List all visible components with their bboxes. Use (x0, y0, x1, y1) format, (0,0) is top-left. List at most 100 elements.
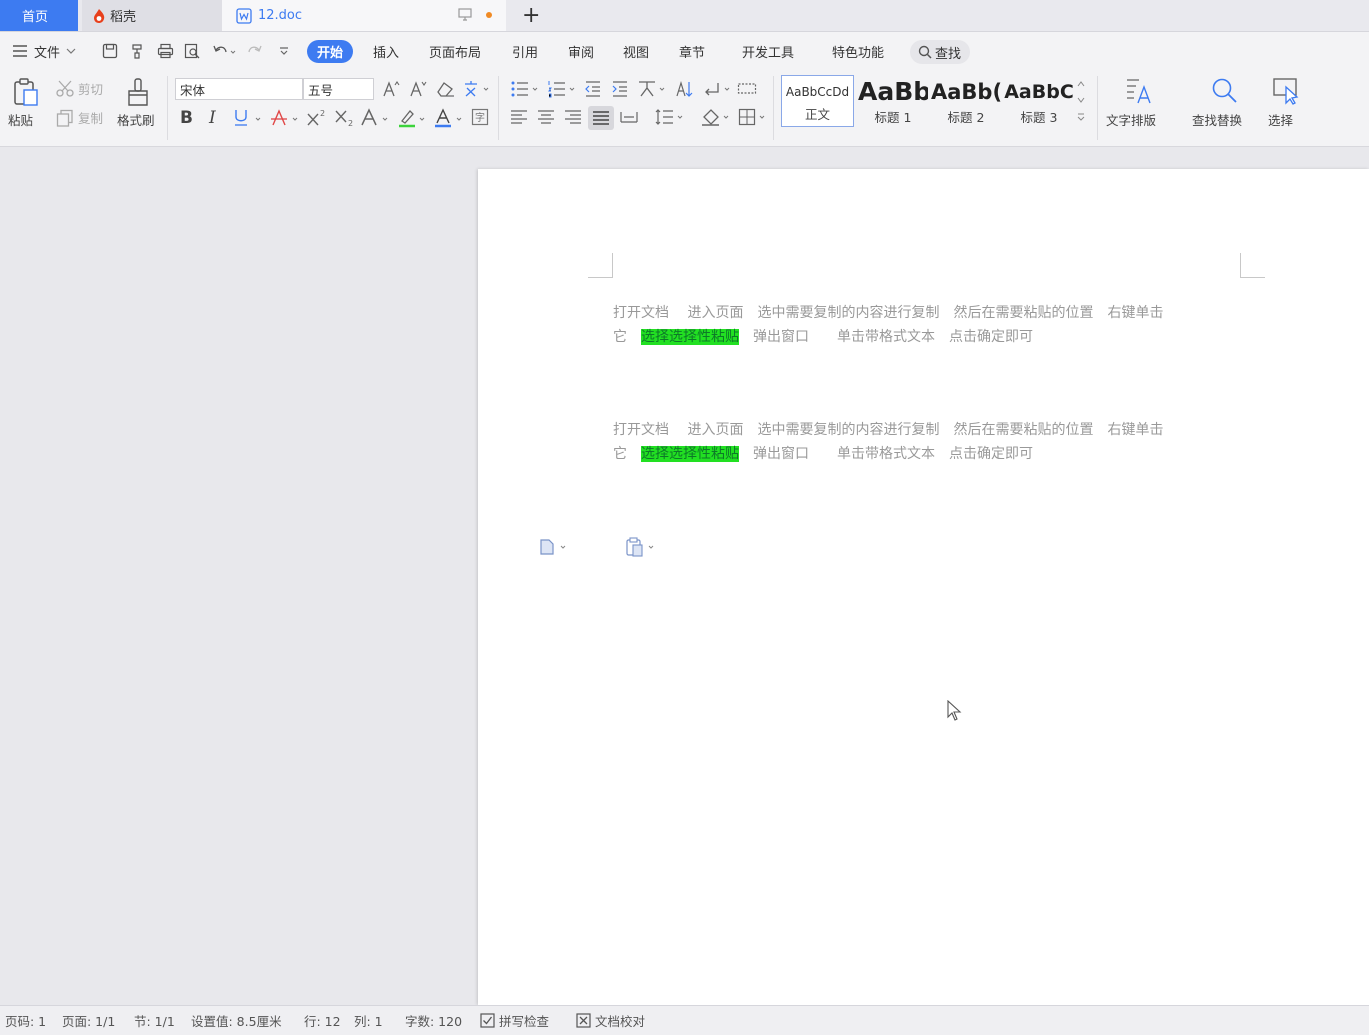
bullet-list-icon[interactable] (510, 80, 540, 98)
chevron-down-icon (66, 48, 76, 54)
paste-label[interactable]: 粘贴 (8, 110, 33, 129)
style-heading-2[interactable]: AaBb( 标题 2 (931, 75, 1001, 127)
justify-icon[interactable] (588, 106, 614, 130)
select-icon[interactable] (1272, 77, 1300, 105)
file-menu[interactable]: 文件 (12, 32, 76, 70)
document-page[interactable]: 打开文档 进入页面 选中需要复制的内容进行复制 然后在需要粘贴的位置 右键单击 … (478, 169, 1369, 1005)
text-layout-icon[interactable] (1124, 77, 1154, 105)
save-icon[interactable] (102, 32, 118, 70)
style-scroll-up-icon[interactable] (1077, 81, 1085, 87)
grow-font-icon[interactable] (382, 80, 400, 98)
document-proofread-button[interactable]: 文档校对 (576, 1006, 645, 1035)
status-row[interactable]: 行: 12 (304, 1006, 341, 1035)
align-left-icon[interactable] (510, 108, 528, 126)
copy-button[interactable]: 复制 (56, 108, 103, 127)
paste-button[interactable] (10, 75, 42, 109)
add-tab-button[interactable]: + (522, 3, 540, 28)
cut-button[interactable]: 剪切 (56, 79, 103, 98)
insert-file-options-icon[interactable] (538, 538, 568, 556)
scissors-icon (56, 80, 74, 98)
paragraph-2-line-2-start: 它 (613, 446, 641, 462)
find-replace-icon[interactable] (1210, 77, 1238, 105)
status-bar: 页码: 1 页面: 1/1 节: 1/1 设置值: 8.5厘米 行: 12 列:… (0, 1005, 1369, 1035)
align-center-icon[interactable] (537, 108, 555, 126)
align-right-icon[interactable] (564, 108, 582, 126)
print-icon[interactable] (157, 32, 174, 70)
checkbox-cross-icon (576, 1013, 591, 1028)
menu-tab-references[interactable]: 引用 (512, 32, 538, 70)
menu-tab-view[interactable]: 视图 (623, 32, 649, 70)
tab-daoke[interactable]: 稻壳 (82, 0, 222, 31)
style-normal[interactable]: AaBbCcDd 正文 (781, 75, 854, 127)
shrink-font-icon[interactable] (409, 80, 427, 98)
monitor-icon[interactable] (458, 8, 472, 21)
status-word-count[interactable]: 字数: 120 (405, 1006, 462, 1035)
tab-daoke-label: 稻壳 (110, 10, 137, 25)
font-family-select[interactable]: 宋体 (175, 78, 303, 100)
numbered-list-icon[interactable] (547, 80, 577, 98)
status-page-number[interactable]: 页码: 1 (5, 1006, 46, 1035)
menu-bar: 文件 开始 插入 页面布局 引用 审阅 视图 章节 开发工具 特色功能 查找 (0, 32, 1369, 70)
search-command[interactable]: 查找 (910, 40, 970, 64)
pinyin-guide-icon[interactable] (462, 80, 490, 98)
paragraph-1[interactable]: 打开文档 进入页面 选中需要复制的内容进行复制 然后在需要粘贴的位置 右键单击 … (613, 301, 1243, 349)
sort-icon[interactable] (675, 80, 693, 98)
clear-format-icon[interactable] (436, 80, 456, 98)
quick-access-dropdown-icon[interactable] (278, 32, 290, 70)
print-preview-icon[interactable] (184, 32, 201, 70)
undo-icon[interactable] (212, 32, 236, 70)
text-effect-icon[interactable] (360, 108, 390, 128)
paste-options-icon[interactable] (625, 537, 657, 557)
paragraph-2[interactable]: 打开文档 进入页面 选中需要复制的内容进行复制 然后在需要粘贴的位置 右键单击 … (613, 418, 1243, 466)
format-painter-label[interactable]: 格式刷 (117, 110, 155, 129)
line-spacing-icon[interactable] (655, 108, 685, 126)
select-label[interactable]: 选择 (1268, 110, 1293, 129)
strikethrough-icon[interactable] (270, 108, 300, 128)
superscript-icon[interactable]: 2 (306, 108, 328, 128)
status-column[interactable]: 列: 1 (354, 1006, 383, 1035)
daoke-logo-icon (92, 8, 106, 24)
menu-tab-page-layout[interactable]: 页面布局 (429, 32, 481, 70)
menu-tab-developer[interactable]: 开发工具 (742, 32, 794, 70)
menu-tab-chapter[interactable]: 章节 (679, 32, 705, 70)
shading-icon[interactable] (701, 108, 731, 126)
underline-icon[interactable] (233, 108, 263, 128)
style-more-icon[interactable] (1077, 113, 1085, 121)
redo-icon[interactable] (247, 32, 263, 70)
format-painter-button[interactable] (124, 76, 152, 108)
subscript-icon[interactable]: 2 (334, 108, 356, 128)
show-marks-icon[interactable] (702, 80, 732, 98)
menu-tab-features[interactable]: 特色功能 (832, 32, 884, 70)
borders-icon[interactable] (738, 108, 768, 126)
menu-tab-insert[interactable]: 插入 (373, 32, 399, 70)
decrease-indent-icon[interactable] (584, 80, 602, 98)
character-border-icon[interactable]: 字 (471, 108, 489, 126)
font-color-icon[interactable] (434, 108, 464, 128)
distribute-icon[interactable] (619, 108, 639, 126)
find-replace-label[interactable]: 查找替换 (1192, 110, 1242, 129)
style-heading-1[interactable]: AaBb 标题 1 (858, 75, 928, 127)
style-scroll-down-icon[interactable] (1077, 97, 1085, 103)
paragraph-2-line-2-end: 弹出窗口 单击带格式文本 点击确定即可 (739, 446, 1033, 462)
style-heading-3-caption: 标题 3 (1020, 110, 1058, 125)
menu-tab-review[interactable]: 审阅 (568, 32, 594, 70)
highlight-color-icon[interactable] (397, 108, 427, 128)
spell-check-button[interactable]: 拼写检查 (480, 1006, 549, 1035)
text-layout-label[interactable]: 文字排版 (1106, 110, 1156, 129)
increase-indent-icon[interactable] (611, 80, 629, 98)
tab-home[interactable]: 首页 (0, 0, 78, 31)
italic-icon[interactable]: I (209, 108, 216, 128)
font-size-select[interactable]: 五号 (303, 78, 374, 100)
format-paint-quick-icon[interactable] (130, 32, 146, 70)
status-pages[interactable]: 页面: 1/1 (62, 1006, 115, 1035)
menu-tab-start[interactable]: 开始 (307, 40, 354, 63)
chinese-layout-icon[interactable] (637, 80, 667, 98)
bold-icon[interactable]: B (180, 108, 193, 128)
paragraph-1-line-2: 它 选择选择性粘贴 弹出窗口 单击带格式文本 点击确定即可 (613, 325, 1243, 349)
checkbox-check-icon (480, 1013, 495, 1028)
status-section[interactable]: 节: 1/1 (134, 1006, 175, 1035)
text-box-icon[interactable] (737, 80, 757, 98)
tab-document[interactable]: 12.doc (222, 0, 506, 31)
status-setting-value[interactable]: 设置值: 8.5厘米 (191, 1006, 282, 1035)
style-heading-3[interactable]: AaBbC 标题 3 (1004, 75, 1074, 127)
